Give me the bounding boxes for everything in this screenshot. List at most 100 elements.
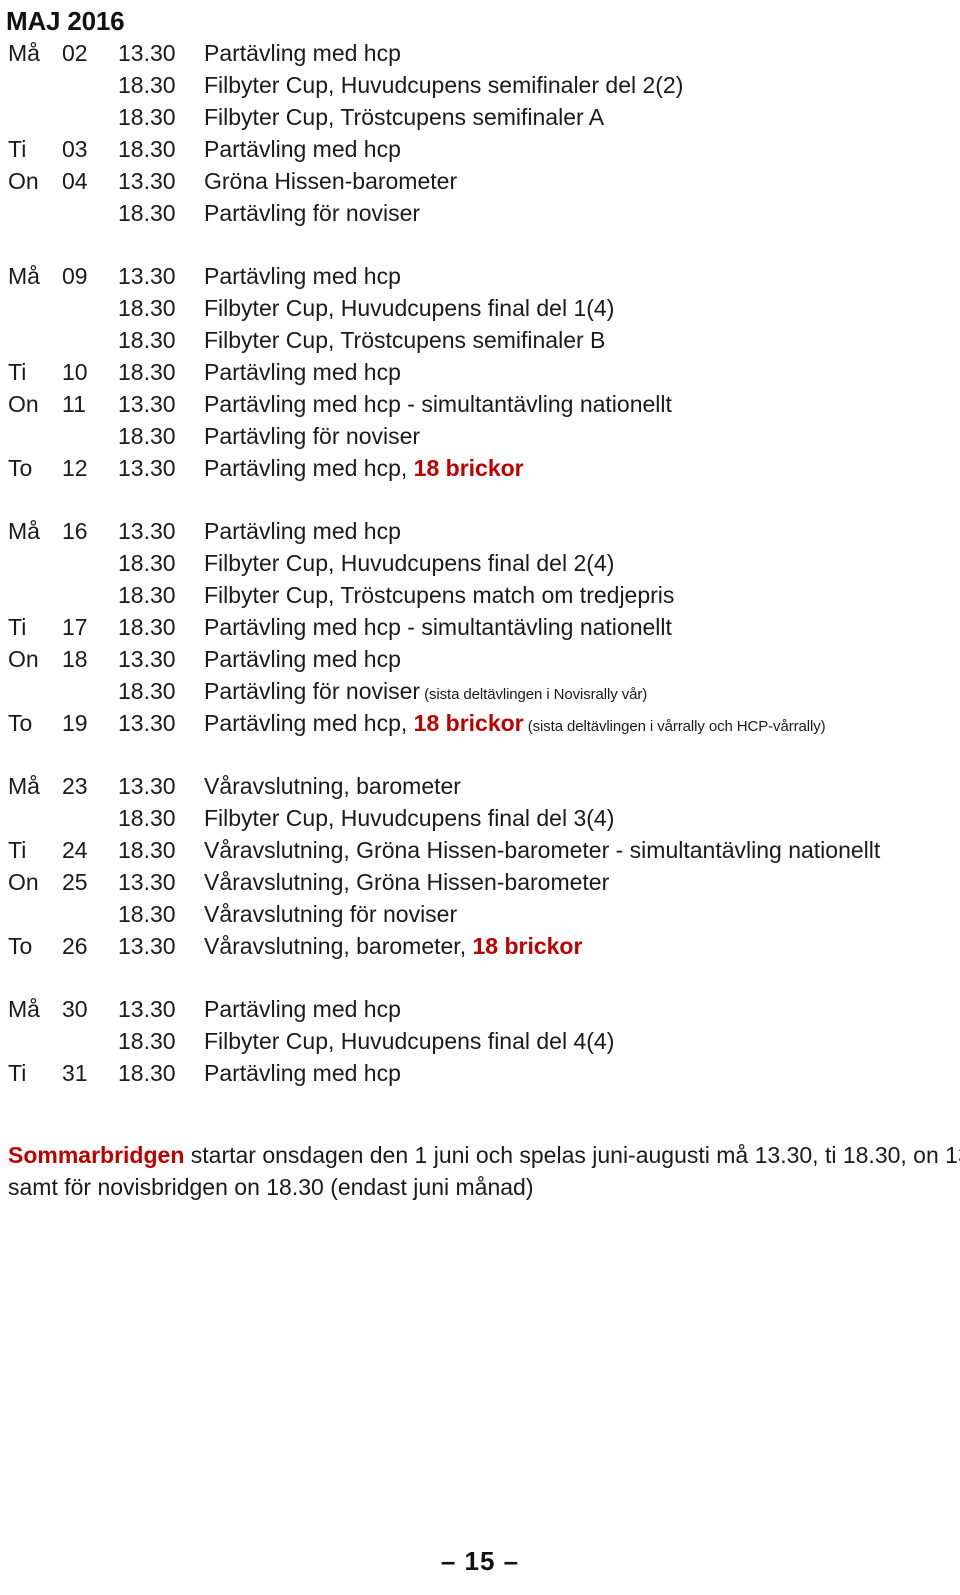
row-time: 18.30 [118,837,176,863]
row-time: 13.30 [118,391,176,417]
schedule-row: 18.30 Filbyter Cup, Huvudcupens final del… [0,547,960,579]
row-description: Partävling med hcp, 18 brickor [204,452,960,484]
row-weekday: Må [8,518,40,544]
row-time: 18.30 [118,614,176,640]
row-date: 17 [62,614,88,640]
sommarbridgen-label: Sommarbridgen [8,1142,185,1168]
row-note: (sista deltävlingen i vårrally och HCP-v… [523,718,826,735]
row-time: 13.30 [118,710,176,736]
row-description-text: Våravslutning, barometer [204,773,461,799]
row-description: Våravslutning, Gröna Hissen-barometer [204,866,960,898]
schedule-row: Må 02 13.30 Partävling med hcp [0,37,960,69]
row-time: 18.30 [118,805,176,831]
row-note: (sista deltävlingen i Novisrally vår) [420,686,648,703]
row-description: Partävling för noviser (sista deltävling… [204,675,960,711]
row-weekday: Må [8,263,40,289]
page-title: MAJ 2016 [6,6,125,36]
schedule-week-block: Må 09 13.30 Partävling med hcp 18.30 Filbyter… [0,260,960,484]
row-description-text: Filbyter Cup, Huvudcupens final del 2(4) [204,550,615,576]
row-description: Filbyter Cup, Huvudcupens final del 3(4) [204,802,960,834]
row-description-text: Filbyter Cup, Huvudcupens final del 4(4) [204,1028,615,1054]
schedule-row: 18.30 Filbyter Cup, Huvudcupens final del… [0,1025,960,1057]
row-description-text: Partävling med hcp [204,518,401,544]
row-description: Partävling med hcp [204,356,960,388]
row-description: Partävling med hcp [204,260,960,292]
footer-line-2: samt för novisbridgen on 18.30 (endast j… [8,1174,534,1200]
row-weekday: Må [8,996,40,1022]
row-time: 13.30 [118,518,176,544]
row-description: Filbyter Cup, Tröstcupens semifinaler B [204,324,960,356]
row-description-text: Partävling med hcp [204,263,401,289]
row-description: Partävling med hcp [204,515,960,547]
row-date: 30 [62,996,88,1022]
row-date: 26 [62,933,88,959]
row-time: 18.30 [118,295,176,321]
row-time: 18.30 [118,1028,176,1054]
row-weekday: On [8,391,39,417]
row-time: 13.30 [118,996,176,1022]
row-date: 12 [62,455,88,481]
row-description-text: Partävling med hcp [204,996,401,1022]
schedule-week-block: Må 23 13.30 Våravslutning, barometer 18.30 Fi… [0,770,960,962]
row-description-text: Partävling med hcp [204,1060,401,1086]
row-description-text: Filbyter Cup, Huvudcupens semifinaler de… [204,72,684,98]
row-weekday: On [8,646,39,672]
row-date: 18 [62,646,88,672]
row-description: Våravslutning, Gröna Hissen-barometer - … [204,834,960,866]
row-time: 18.30 [118,136,176,162]
row-description: Partävling med hcp [204,643,960,675]
row-description: Våravslutning, barometer [204,770,960,802]
row-date: 19 [62,710,88,736]
row-description: Våravslutning för noviser [204,898,960,930]
row-description: Partävling för noviser [204,197,960,229]
row-date: 25 [62,869,88,895]
row-time: 18.30 [118,72,176,98]
row-weekday: Må [8,40,40,66]
row-highlight-badge: 18 brickor [413,455,524,481]
row-description-text: Våravslutning för noviser [204,901,458,927]
row-description-text: Våravslutning, Gröna Hissen-barometer [204,869,610,895]
row-description: Partävling med hcp - simultantävling nat… [204,388,960,420]
schedule-list: Må 02 13.30 Partävling med hcp 18.30 Filbyter… [0,37,960,1089]
row-date: 10 [62,359,88,385]
row-date: 09 [62,263,88,289]
row-weekday: Ti [8,614,27,640]
schedule-row: 18.30 Filbyter Cup, Huvudcupens final del… [0,292,960,324]
row-description-text: Filbyter Cup, Tröstcupens semifinaler A [204,104,605,130]
schedule-row: Må 09 13.30 Partävling med hcp [0,260,960,292]
row-time: 18.30 [118,423,176,449]
row-description: Filbyter Cup, Huvudcupens semifinaler de… [204,69,960,101]
schedule-row: To 19 13.30 Partävling med hcp, 18 brickor … [0,707,960,739]
row-description: Partävling med hcp [204,993,960,1025]
row-description-text: Partävling med hcp [204,136,401,162]
row-time: 18.30 [118,550,176,576]
row-description-text: Filbyter Cup, Huvudcupens final del 1(4) [204,295,615,321]
schedule-row: 18.30 Våravslutning för noviser [0,898,960,930]
row-description-text: Filbyter Cup, Tröstcupens match om tredj… [204,582,675,608]
row-time: 13.30 [118,933,176,959]
row-description-text: Partävling med hcp - simultantävling nat… [204,391,672,417]
schedule-row: 18.30 Filbyter Cup, Tröstcupens match om … [0,579,960,611]
row-weekday: Må [8,773,40,799]
row-description-text: Partävling med hcp [204,359,401,385]
schedule-row: 18.30 Filbyter Cup, Huvudcupens final del… [0,802,960,834]
row-description-text: Partävling med hcp [204,646,401,672]
calendar-page: MAJ 2016 Må 02 13.30 Partävling med hcp 18.3… [0,0,960,1595]
row-date: 11 [62,391,86,417]
row-highlight-badge: 18 brickor [413,710,524,736]
schedule-week-block: Må 30 13.30 Partävling med hcp 18.30 Filbyter… [0,993,960,1089]
row-description-text: Våravslutning, Gröna Hissen-barometer - … [204,837,881,863]
row-description: Filbyter Cup, Tröstcupens semifinaler A [204,101,960,133]
row-highlight-badge: 18 brickor [472,933,583,959]
row-description-text: Partävling med hcp - simultantävling nat… [204,614,672,640]
row-time: 13.30 [118,263,176,289]
schedule-row: 18.30 Filbyter Cup, Huvudcupens semifinal… [0,69,960,101]
row-description: Filbyter Cup, Huvudcupens final del 4(4) [204,1025,960,1057]
row-weekday: To [8,710,33,736]
row-description-text: Partävling med hcp [204,40,401,66]
row-time: 18.30 [118,359,176,385]
row-time: 13.30 [118,869,176,895]
footer-note: Sommarbridgen startar onsdagen den 1 jun… [0,1139,960,1203]
row-time: 13.30 [118,40,176,66]
row-weekday: Ti [8,359,27,385]
